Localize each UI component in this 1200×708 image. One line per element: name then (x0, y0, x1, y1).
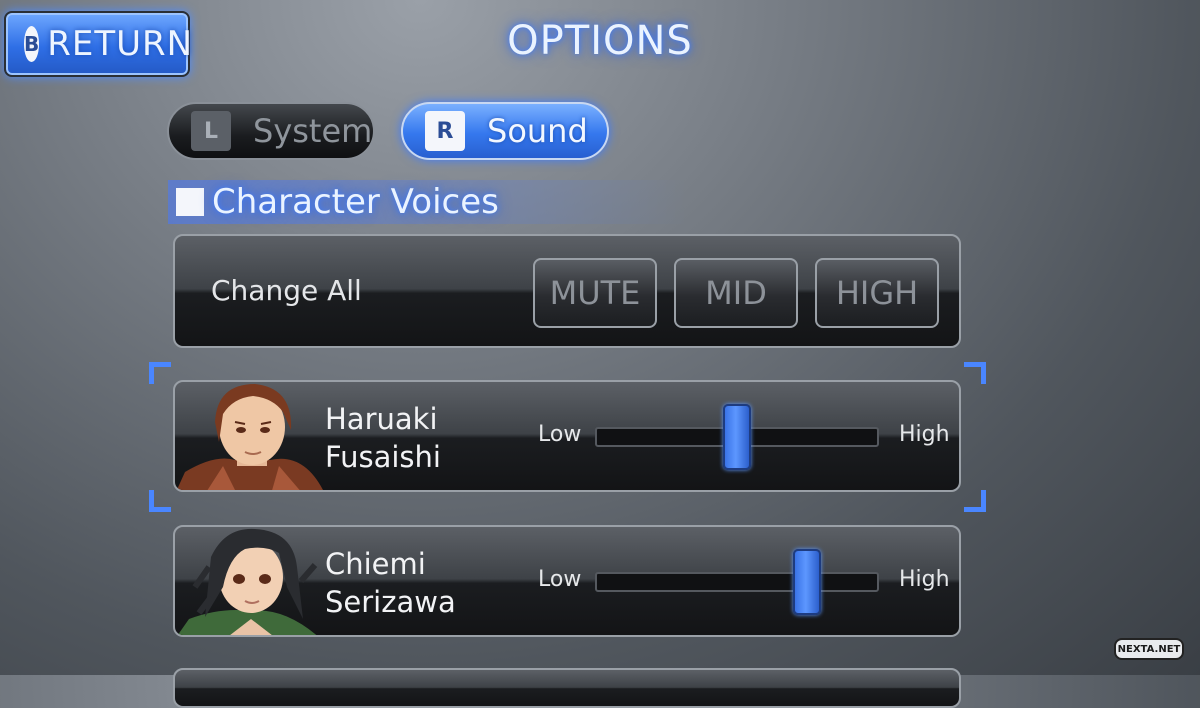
volume-slider-thumb[interactable] (723, 404, 751, 470)
character-volume-row-partial[interactable] (173, 668, 961, 708)
high-button[interactable]: HIGH (815, 258, 939, 328)
mid-button[interactable]: MID (674, 258, 798, 328)
section-title: Character Voices (212, 182, 499, 222)
slider-low-label: Low (538, 567, 582, 592)
tab-system[interactable]: L System (167, 102, 375, 160)
watermark-logo: NEXTA.NET (1114, 638, 1184, 660)
character-last-name: Fusaishi (325, 440, 441, 474)
section-marker-icon (176, 188, 204, 216)
slider-low-label: Low (538, 422, 582, 447)
slider-high-label: High (899, 422, 950, 447)
b-button-icon: B (24, 26, 40, 62)
character-volume-row[interactable]: Haruaki Fusaishi Low High (173, 380, 961, 492)
volume-slider-thumb[interactable] (793, 549, 821, 615)
l-button-icon: L (191, 111, 231, 151)
return-button[interactable]: B RETURN (4, 11, 194, 77)
section-header-character-voices: Character Voices (168, 180, 688, 224)
return-label: RETURN (47, 24, 194, 64)
tab-sound[interactable]: R Sound (401, 102, 609, 160)
character-portrait-haruaki (176, 384, 323, 490)
character-volume-row[interactable]: Chiemi Serizawa Low High (173, 525, 961, 637)
selection-corner-top-left (149, 362, 171, 384)
character-first-name: Haruaki (325, 402, 438, 436)
page-title: OPTIONS (507, 18, 693, 64)
character-last-name: Serizawa (325, 585, 456, 619)
change-all-panel: Change All MUTE MID HIGH (173, 234, 961, 348)
selection-corner-bottom-right (964, 490, 986, 512)
mute-button[interactable]: MUTE (533, 258, 657, 328)
character-name: Chiemi Serizawa (325, 545, 456, 621)
change-all-label: Change All (211, 274, 362, 307)
slider-high-label: High (899, 567, 950, 592)
character-first-name: Chiemi (325, 547, 426, 581)
selection-corner-bottom-left (149, 490, 171, 512)
selection-corner-top-right (964, 362, 986, 384)
tab-sound-label: Sound (487, 112, 588, 150)
tab-system-label: System (253, 112, 373, 150)
r-button-icon: R (425, 111, 465, 151)
character-name: Haruaki Fusaishi (325, 400, 441, 476)
volume-slider-track[interactable] (595, 549, 879, 615)
volume-slider-track[interactable] (595, 404, 879, 470)
character-portrait-chiemi (177, 528, 318, 635)
